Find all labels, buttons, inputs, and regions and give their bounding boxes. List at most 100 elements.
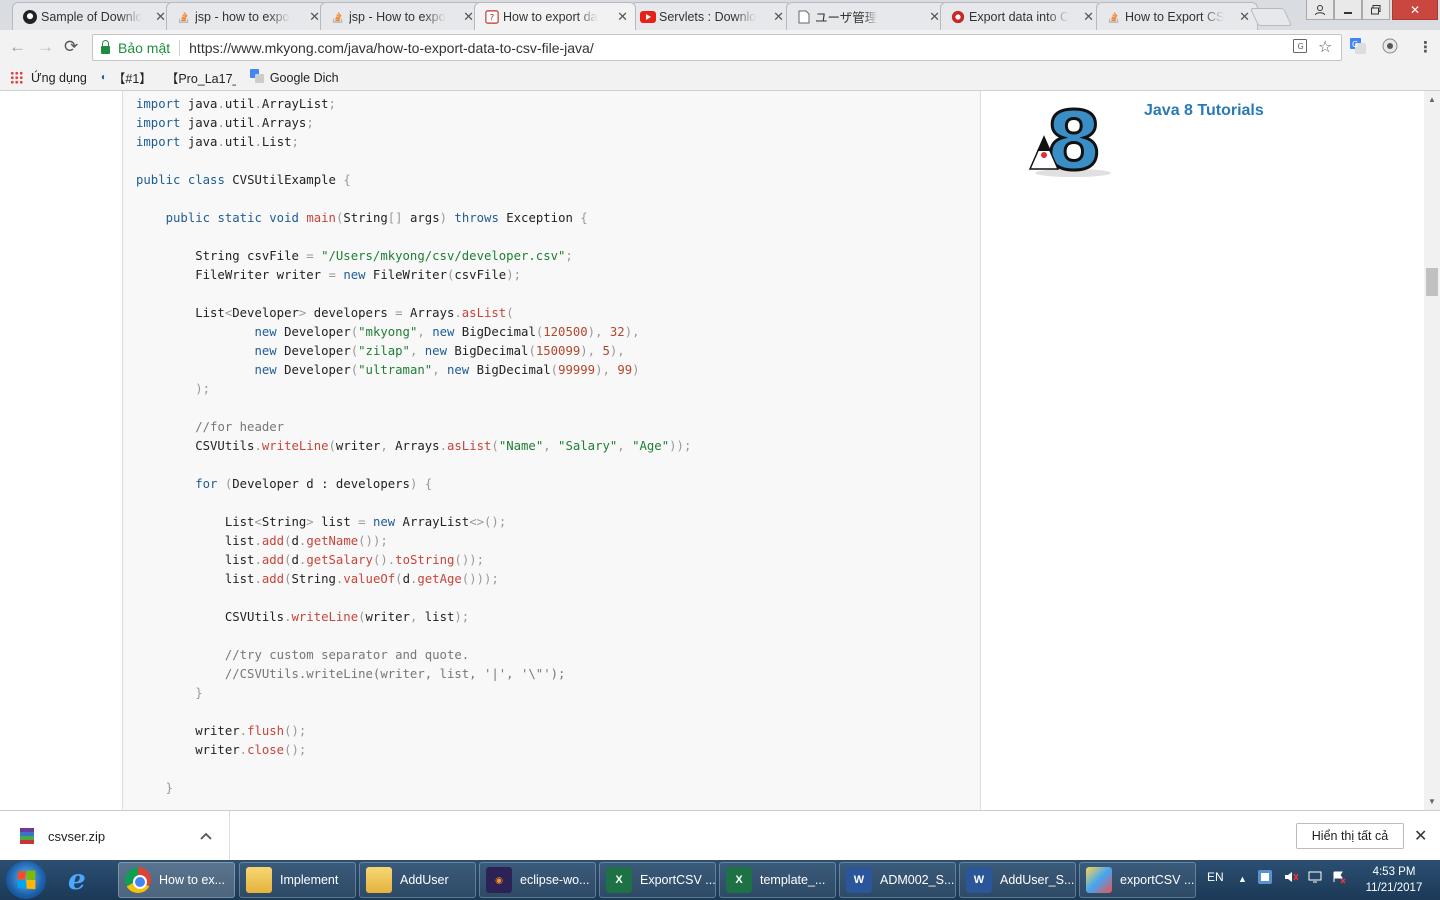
tab-5[interactable]: Servlets : Downlo ✕ xyxy=(630,2,792,30)
tab-2[interactable]: jsp - how to expo ✕ xyxy=(166,2,328,30)
close-icon[interactable]: ✕ xyxy=(155,9,166,25)
taskbar-item-word-adm002[interactable]: W ADM002_S... xyxy=(839,862,956,898)
taskbar-item-paint-exportcsv[interactable]: exportCSV ... xyxy=(1079,862,1196,898)
tab-8[interactable]: How to Export CS ✕ xyxy=(1096,2,1258,30)
tray-app-icon[interactable] xyxy=(1258,870,1272,887)
url-text[interactable]: https://www.mkyong.com/java/how-to-expor… xyxy=(189,40,594,56)
taskbar-item-folder-implement[interactable]: Implement xyxy=(239,862,356,898)
reload-icon[interactable]: ⟳ xyxy=(64,38,78,56)
tab-strip: Sample of Downlo ✕ jsp - how to expo ✕ j… xyxy=(0,0,1440,30)
new-tab-button[interactable] xyxy=(1249,8,1293,26)
taskbar-label: ADM002_S... xyxy=(880,873,955,887)
close-icon[interactable]: ✕ xyxy=(617,9,628,25)
taskbar-item-chrome[interactable]: How to ex... xyxy=(118,862,235,898)
taskbar-label: AddUser_S... xyxy=(1000,873,1075,887)
code-line: } xyxy=(195,686,203,700)
taskbar-label: AddUser xyxy=(400,873,449,887)
tab-1[interactable]: Sample of Downlo ✕ xyxy=(12,2,174,30)
code-line: String csvFile = "/Users/mkyong/csv/deve… xyxy=(136,249,573,263)
bookmark-star-icon[interactable]: ☆ xyxy=(1318,37,1332,57)
java8-logo[interactable]: 8 xyxy=(1028,94,1118,190)
chevron-up-icon[interactable] xyxy=(200,828,212,843)
code-line: ​ xyxy=(136,399,691,418)
tab-7[interactable]: Export data into C ✕ xyxy=(940,2,1102,30)
taskbar-item-eclipse[interactable]: ◉ eclipse-wo... xyxy=(479,862,596,898)
window-close-button[interactable]: ✕ xyxy=(1392,0,1438,20)
code-line: new Developer("zilap", new BigDecimal(15… xyxy=(254,344,625,358)
system-clock[interactable]: 4:53 PM 11/21/2017 xyxy=(1356,864,1432,896)
taskbar-item-word-adduser[interactable]: W AddUser_S... xyxy=(959,862,1076,898)
code-line: ​ xyxy=(136,627,691,646)
taskbar-item-excel-template[interactable]: Xtemplate_... xyxy=(719,862,836,898)
code-line: FileWriter writer = new FileWriter(csvFi… xyxy=(136,268,522,282)
java8-tutorials-link[interactable]: Java 8 Tutorials xyxy=(1144,102,1264,120)
bookmark-apps[interactable]: Ứng dụng xyxy=(10,71,87,85)
menu-kebab-icon[interactable]: ⋮ xyxy=(1418,38,1433,56)
language-indicator[interactable]: EN xyxy=(1207,870,1224,884)
tab-4-active[interactable]: ? How to export da ✕ xyxy=(474,2,636,30)
address-bar[interactable]: Bảo mật https://www.mkyong.com/java/how-… xyxy=(92,34,1342,61)
translate-icon[interactable]: G xyxy=(1293,39,1307,56)
download-shelf: csvser.zip Hiển thị tất cả ✕ xyxy=(0,810,1440,861)
google-translate-extension-icon[interactable]: G xyxy=(1350,38,1366,58)
tray-expand-icon[interactable]: ▲ xyxy=(1238,874,1247,884)
taskbar-item-folder-adduser[interactable]: AddUser xyxy=(359,862,476,898)
bookmark-1[interactable]: ◐ 【#1】 xyxy=(101,68,152,87)
scroll-up-arrow-icon[interactable]: ▲ xyxy=(1428,95,1436,104)
paint-icon xyxy=(1086,867,1112,893)
scroll-thumb[interactable] xyxy=(1426,268,1438,296)
code-block: import java.util.ArrayList; import java.u… xyxy=(136,95,691,798)
bookmark-3[interactable]: Google Dich xyxy=(249,69,339,86)
excel-icon: X xyxy=(606,867,632,893)
tab-6[interactable]: ユーザ管理 ✕ xyxy=(786,2,948,30)
browser-toolbar: ← → ⟳ Bảo mật https://www.mkyong.com/jav… xyxy=(0,30,1440,65)
scroll-down-arrow-icon[interactable]: ▼ xyxy=(1428,797,1436,806)
code-line: List<Developer> developers = Arrays.asLi… xyxy=(136,306,514,320)
internet-explorer-icon[interactable]: e xyxy=(68,866,86,894)
close-icon[interactable]: ✕ xyxy=(1083,9,1094,25)
code-line: import java.util.List; xyxy=(136,135,299,149)
show-all-downloads-button[interactable]: Hiển thị tất cả xyxy=(1296,823,1404,849)
close-icon[interactable]: ✕ xyxy=(309,9,320,25)
bookmark-favicon-icon: ◐ xyxy=(100,72,107,83)
taskbar-label: Implement xyxy=(280,873,339,887)
google-translate-icon xyxy=(249,69,264,86)
network-icon[interactable] xyxy=(1308,870,1322,887)
page-content: import java.util.ArrayList; import java.u… xyxy=(0,91,1424,810)
back-arrow-icon[interactable]: ← xyxy=(9,38,26,56)
page-icon xyxy=(796,9,812,25)
action-center-icon[interactable] xyxy=(1332,870,1346,887)
secure-label: Bảo mật xyxy=(118,39,171,56)
word-icon: W xyxy=(966,867,992,893)
close-download-shelf-icon[interactable]: ✕ xyxy=(1414,826,1427,846)
github-icon xyxy=(22,9,38,25)
start-button[interactable] xyxy=(6,861,46,899)
mkyong-icon: ? xyxy=(484,9,500,25)
close-icon[interactable]: ✕ xyxy=(929,9,940,25)
tab-title: Export data into C xyxy=(969,9,1070,24)
code-line: for (Developer d : developers) { xyxy=(195,477,433,491)
extension-icon[interactable] xyxy=(1382,38,1398,58)
user-profile-button[interactable] xyxy=(1306,0,1334,20)
apps-grid-icon xyxy=(10,71,23,84)
code-line: ​ xyxy=(136,760,691,779)
forward-arrow-icon[interactable]: → xyxy=(37,38,54,56)
close-icon[interactable]: ✕ xyxy=(1239,9,1250,25)
bookmark-2[interactable]: 【Pro_La17_PI xyxy=(166,68,236,87)
tab-3[interactable]: jsp - How to expo ✕ xyxy=(320,2,482,30)
minimize-button[interactable] xyxy=(1334,0,1362,20)
code-line: //try custom separator and quote. xyxy=(224,648,470,662)
close-icon[interactable]: ✕ xyxy=(773,9,784,25)
download-item[interactable]: csvser.zip xyxy=(0,811,230,861)
code-line: new Developer("ultraman", new BigDecimal… xyxy=(254,363,640,377)
tab-title: How to Export CS xyxy=(1125,9,1225,24)
volume-muted-icon[interactable] xyxy=(1284,870,1299,887)
code-line: ​ xyxy=(136,152,691,171)
maximize-button[interactable] xyxy=(1362,0,1390,20)
taskbar-item-excel-exportcsv[interactable]: X ExportCSV ... xyxy=(599,862,716,898)
code-line: //CSVUtils.writeLine(writer, list, '|', … xyxy=(224,667,566,681)
page-scrollbar[interactable]: ▲ ▼ xyxy=(1424,91,1440,810)
code-line: ); xyxy=(195,382,211,396)
close-icon[interactable]: ✕ xyxy=(463,9,474,25)
code-line: ​ xyxy=(136,228,691,247)
